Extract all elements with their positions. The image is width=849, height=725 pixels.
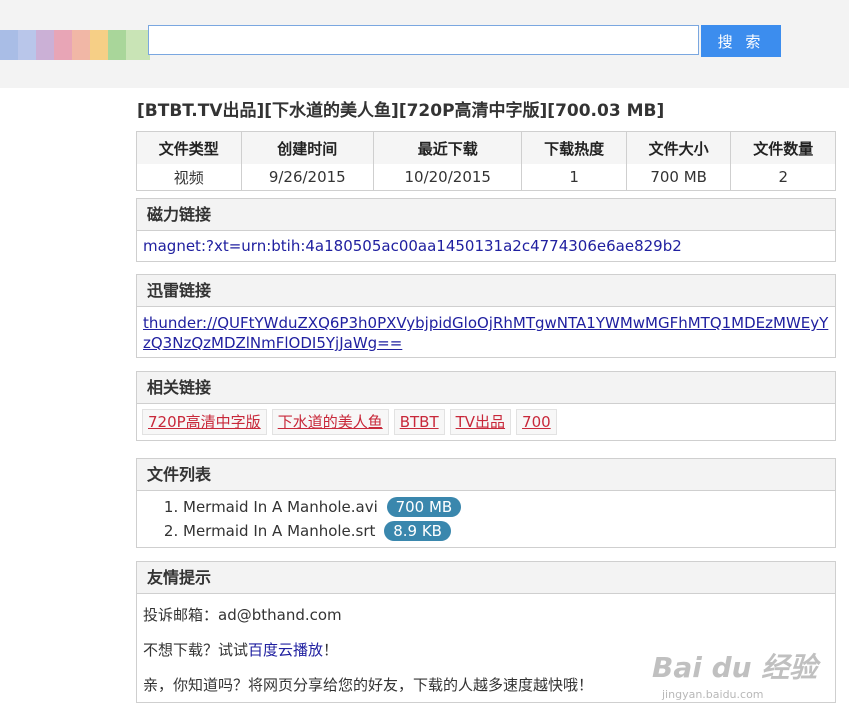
top-bar: 搜 索 xyxy=(0,0,849,88)
magnet-panel: 磁力链接 magnet:?xt=urn:btih:4a180505ac00aa1… xyxy=(136,198,836,262)
complaint-email: 投诉邮箱：ad@bthand.com xyxy=(143,606,342,624)
related-panel: 相关链接 720P高清中字版 下水道的美人鱼 BTBT TV出品 700 xyxy=(136,371,836,441)
search-button[interactable]: 搜 索 xyxy=(701,25,781,57)
column-header: 最近下载 xyxy=(373,131,523,164)
table-header-row: 文件类型 创建时间 最近下载 下载热度 文件大小 文件数量 xyxy=(136,131,836,164)
thunder-panel-body: thunder://QUFtYWduZXQ6P3h0PXVybjpidGloOj… xyxy=(137,307,835,357)
tips-title: 友情提示 xyxy=(137,562,835,594)
related-tag[interactable]: TV出品 xyxy=(449,409,512,435)
baidu-jingyan-watermark: Bai du 经验 jingyan.baidu.com xyxy=(640,640,840,720)
page-title: [BTBT.TV出品][下水道的美人鱼][720P高清中字版][700.03 M… xyxy=(137,101,665,121)
thunder-panel-title: 迅雷链接 xyxy=(137,275,835,307)
list-item: Mermaid In A Manhole.avi 700 MB xyxy=(183,495,835,519)
file-size-badge: 8.9 KB xyxy=(384,521,451,541)
file-list-panel: 文件列表 Mermaid In A Manhole.avi 700 MB Mer… xyxy=(136,458,836,548)
file-count-cell: 2 xyxy=(730,164,836,191)
baidu-cloud-link[interactable]: 百度云播放 xyxy=(248,641,323,659)
related-tag[interactable]: 700 xyxy=(516,409,557,435)
file-info-table: 文件类型 创建时间 最近下载 下载热度 文件大小 文件数量 视频 9/26/20… xyxy=(136,131,836,191)
magnet-panel-body: magnet:?xt=urn:btih:4a180505ac00aa145013… xyxy=(137,231,835,261)
file-size-cell: 700 MB xyxy=(625,164,732,191)
related-tag[interactable]: 下水道的美人鱼 xyxy=(271,409,389,435)
thunder-panel: 迅雷链接 thunder://QUFtYWduZXQ6P3h0PXVybjpid… xyxy=(136,274,836,358)
file-name: Mermaid In A Manhole.avi xyxy=(183,498,378,516)
table-row: 视频 9/26/2015 10/20/2015 1 700 MB 2 xyxy=(136,164,836,191)
file-list: Mermaid In A Manhole.avi 700 MB Mermaid … xyxy=(137,491,835,547)
download-heat-cell: 1 xyxy=(521,164,627,191)
search-input[interactable] xyxy=(148,25,699,55)
related-tag[interactable]: BTBT xyxy=(393,409,445,435)
file-size-badge: 700 MB xyxy=(386,497,462,517)
thunder-link[interactable]: thunder://QUFtYWduZXQ6P3h0PXVybjpidGloOj… xyxy=(143,314,828,352)
magnet-panel-title: 磁力链接 xyxy=(137,199,835,231)
file-name: Mermaid In A Manhole.srt xyxy=(183,522,376,540)
column-header: 文件大小 xyxy=(625,131,732,164)
magnet-link[interactable]: magnet:?xt=urn:btih:4a180505ac00aa145013… xyxy=(143,237,682,255)
site-logo[interactable] xyxy=(0,30,150,60)
column-header: 下载热度 xyxy=(521,131,627,164)
column-header: 文件数量 xyxy=(730,131,836,164)
file-list-title: 文件列表 xyxy=(137,459,835,491)
watermark-logo: Bai du 经验 xyxy=(652,651,818,684)
file-type-cell: 视频 xyxy=(136,164,242,191)
list-item: Mermaid In A Manhole.srt 8.9 KB xyxy=(183,519,835,543)
related-panel-title: 相关链接 xyxy=(137,372,835,404)
watermark-url: jingyan.baidu.com xyxy=(662,688,764,701)
created-time-cell: 9/26/2015 xyxy=(240,164,375,191)
related-tags: 720P高清中字版 下水道的美人鱼 BTBT TV出品 700 xyxy=(137,404,835,440)
related-tag[interactable]: 720P高清中字版 xyxy=(142,409,267,435)
last-download-cell: 10/20/2015 xyxy=(373,164,523,191)
column-header: 文件类型 xyxy=(136,131,242,164)
column-header: 创建时间 xyxy=(240,131,375,164)
